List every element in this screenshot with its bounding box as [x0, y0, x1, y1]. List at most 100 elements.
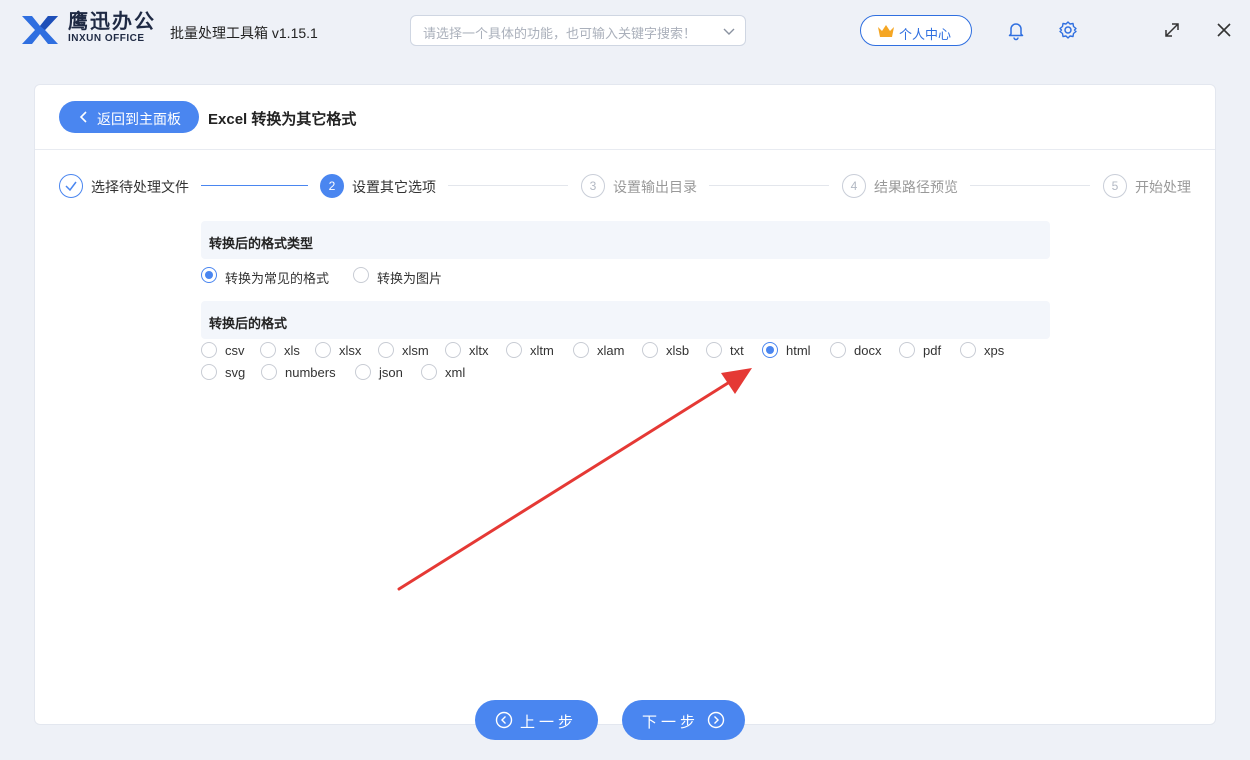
app-logo-icon: [22, 16, 58, 44]
format-option-pdf[interactable]: pdf: [899, 341, 949, 359]
page-title: Excel 转换为其它格式: [208, 111, 357, 128]
format-option-csv[interactable]: csv: [201, 341, 251, 359]
radio-label: xps: [984, 343, 1005, 358]
step-connector: [970, 185, 1090, 186]
radio-label: xls: [284, 343, 300, 358]
radio-button[interactable]: [378, 342, 394, 358]
step-connector: [709, 185, 829, 186]
radio-button[interactable]: [201, 342, 217, 358]
format-option-html[interactable]: html: [762, 341, 817, 359]
radio-button[interactable]: [261, 364, 277, 380]
prev-step-label: 上一步: [520, 714, 578, 731]
format-heading: 转换后的格式: [201, 301, 1050, 339]
radio-button[interactable]: [201, 364, 217, 380]
next-step-button[interactable]: 下一步: [622, 700, 745, 740]
format-option-xls[interactable]: xls: [260, 341, 305, 359]
radio-label: html: [786, 343, 811, 358]
radio-common-format[interactable]: 转换为常见的格式: [201, 266, 341, 286]
step-3-label: 设置输出目录: [613, 179, 697, 195]
chevron-left-icon: [79, 111, 87, 123]
user-center-button[interactable]: 个人中心: [860, 15, 972, 46]
step-5-circle: 5: [1103, 174, 1127, 198]
radio-button[interactable]: [355, 364, 371, 380]
radio-label: json: [379, 365, 403, 380]
format-option-docx[interactable]: docx: [830, 341, 885, 359]
bell-icon[interactable]: [1005, 19, 1027, 41]
radio-label: xlam: [597, 343, 625, 358]
format-option-xltx[interactable]: xltx: [445, 341, 495, 359]
gear-icon[interactable]: [1057, 19, 1079, 41]
maximize-icon[interactable]: [1161, 19, 1183, 41]
format-option-svg[interactable]: svg: [201, 363, 251, 381]
step-1-circle: [59, 174, 83, 198]
radio-image-format[interactable]: 转换为图片: [353, 266, 453, 286]
radio-button[interactable]: [899, 342, 915, 358]
back-to-main-label: 返回到主面板: [97, 111, 181, 127]
radio-button[interactable]: [573, 342, 589, 358]
format-option-xlsb[interactable]: xlsb: [642, 341, 692, 359]
radio-button[interactable]: [201, 267, 217, 283]
brand-name-en: INXUN OFFICE: [68, 33, 145, 44]
back-to-main-button[interactable]: 返回到主面板: [59, 101, 199, 133]
format-option-json[interactable]: json: [355, 363, 410, 381]
title-bar: 鹰迅办公 INXUN OFFICE 批量处理工具箱 v1.15.1 请选择一个具…: [0, 0, 1250, 60]
radio-label: xltx: [469, 343, 489, 358]
radio-label: xml: [445, 365, 466, 380]
radio-button[interactable]: [960, 342, 976, 358]
circle-arrow-left-icon: [495, 711, 513, 729]
brand: 鹰迅办公 INXUN OFFICE: [68, 11, 156, 45]
radio-button[interactable]: [260, 342, 276, 358]
radio-button[interactable]: [830, 342, 846, 358]
step-1-label: 选择待处理文件: [91, 179, 189, 195]
radio-button[interactable]: [762, 342, 778, 358]
check-icon: [65, 181, 77, 192]
step-3-circle: 3: [581, 174, 605, 198]
app-title: 批量处理工具箱 v1.15.1: [170, 25, 318, 41]
next-step-label: 下一步: [642, 714, 700, 731]
format-option-xlsm[interactable]: xlsm: [378, 341, 433, 359]
format-option-numbers[interactable]: numbers: [261, 363, 341, 381]
format-option-xltm[interactable]: xltm: [506, 341, 561, 359]
header-divider: [35, 149, 1215, 150]
radio-label: 转换为图片: [377, 271, 443, 286]
crown-icon: [878, 25, 894, 37]
step-4-circle: 4: [842, 174, 866, 198]
format-option-xlam[interactable]: xlam: [573, 341, 628, 359]
user-center-label: 个人中心: [899, 27, 952, 42]
radio-label: xlsm: [402, 343, 429, 358]
radio-button[interactable]: [506, 342, 522, 358]
radio-button[interactable]: [315, 342, 331, 358]
format-option-xlsx[interactable]: xlsx: [315, 341, 365, 359]
close-icon[interactable]: [1213, 19, 1235, 41]
function-search[interactable]: 请选择一个具体的功能，也可输入关键字搜索！: [410, 15, 746, 46]
circle-arrow-right-icon: [707, 711, 725, 729]
step-connector: [201, 185, 308, 186]
format-type-heading-text: 转换后的格式类型: [209, 236, 314, 251]
step-2-label: 设置其它选项: [352, 179, 436, 195]
radio-button[interactable]: [445, 342, 461, 358]
search-placeholder: 请选择一个具体的功能，也可输入关键字搜索！: [423, 26, 697, 41]
radio-label: 转换为常见的格式: [225, 271, 330, 286]
chevron-down-icon[interactable]: [723, 25, 735, 37]
radio-label: svg: [225, 365, 246, 380]
format-type-heading: 转换后的格式类型: [201, 221, 1050, 259]
step-5-label: 开始处理: [1135, 179, 1191, 195]
format-heading-text: 转换后的格式: [209, 316, 288, 331]
radio-label: docx: [854, 343, 882, 358]
prev-step-button[interactable]: 上一步: [475, 700, 598, 740]
radio-label: pdf: [923, 343, 942, 358]
step-4-label: 结果路径预览: [874, 179, 958, 195]
radio-button[interactable]: [421, 364, 437, 380]
brand-name-cn: 鹰迅办公: [68, 11, 156, 33]
radio-label: xlsx: [339, 343, 362, 358]
format-option-txt[interactable]: txt: [706, 341, 751, 359]
radio-button[interactable]: [642, 342, 658, 358]
step-2-circle: 2: [320, 174, 344, 198]
radio-label: csv: [225, 343, 245, 358]
radio-button[interactable]: [353, 267, 369, 283]
radio-label: xltm: [530, 343, 554, 358]
format-option-xml[interactable]: xml: [421, 363, 471, 381]
step-connector: [448, 185, 568, 186]
radio-button[interactable]: [706, 342, 722, 358]
format-option-xps[interactable]: xps: [960, 341, 1010, 359]
